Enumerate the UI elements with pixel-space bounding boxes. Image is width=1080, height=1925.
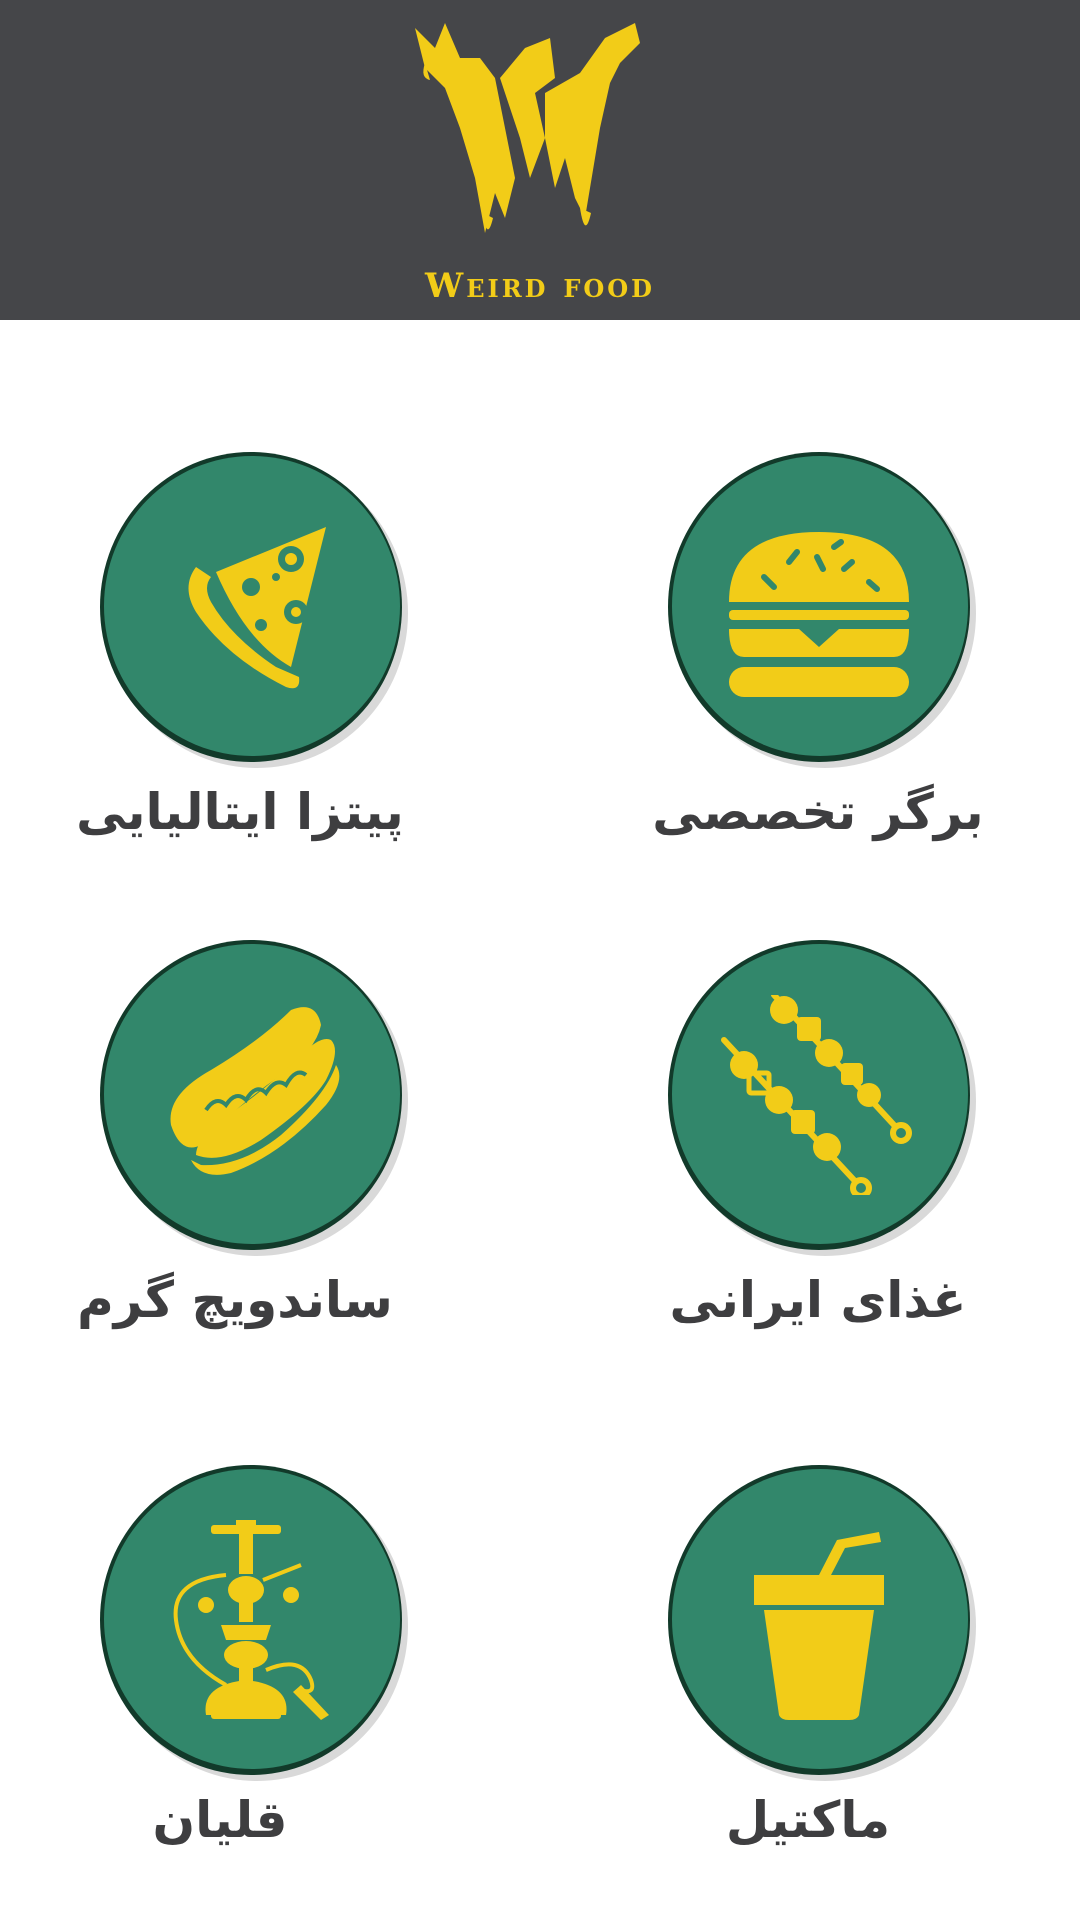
- app-header: Weird food: [0, 0, 1080, 320]
- tile-label-burger: برگر تخصصی: [652, 783, 984, 841]
- logo-w-icon: [415, 23, 640, 233]
- tile-label-pizza: پیتزا ایتالیایی: [76, 783, 404, 841]
- menu-tile-hookah[interactable]: قلیان: [100, 1465, 540, 1925]
- kebab-button[interactable]: [668, 940, 970, 1250]
- logo-wordmark: Weird food: [425, 266, 655, 306]
- burger-button[interactable]: [668, 452, 970, 762]
- hotdog-button[interactable]: [100, 940, 402, 1250]
- weird-food-logo: Weird food: [405, 18, 675, 308]
- menu-tile-hotdog[interactable]: ساندویچ گرم: [77, 940, 540, 1400]
- menu-tile-burger[interactable]: برگر تخصصی: [652, 452, 1080, 912]
- hookah-icon: [173, 1520, 329, 1720]
- menu-tile-kebab[interactable]: غذای ایرانی: [668, 940, 1080, 1400]
- menu-tile-pizza[interactable]: پیتزا ایتالیایی: [76, 452, 540, 912]
- tile-label-kebab: غذای ایرانی: [669, 1271, 967, 1329]
- pizza-icon: [188, 527, 326, 689]
- pizza-button[interactable]: [100, 452, 402, 762]
- menu-tile-mocktail[interactable]: ماکتیل: [668, 1465, 1080, 1925]
- hookah-button[interactable]: [100, 1465, 402, 1775]
- burger-icon: [729, 532, 909, 697]
- tile-label-hotdog: ساندویچ گرم: [77, 1271, 393, 1329]
- kebab-icon: [721, 995, 912, 1195]
- hotdog-icon: [170, 1007, 340, 1175]
- drink-cup-icon: [754, 1532, 884, 1720]
- tile-label-mocktail: ماکتیل: [725, 1791, 891, 1849]
- tile-label-hookah: قلیان: [152, 1791, 288, 1849]
- mocktail-button[interactable]: [668, 1465, 970, 1775]
